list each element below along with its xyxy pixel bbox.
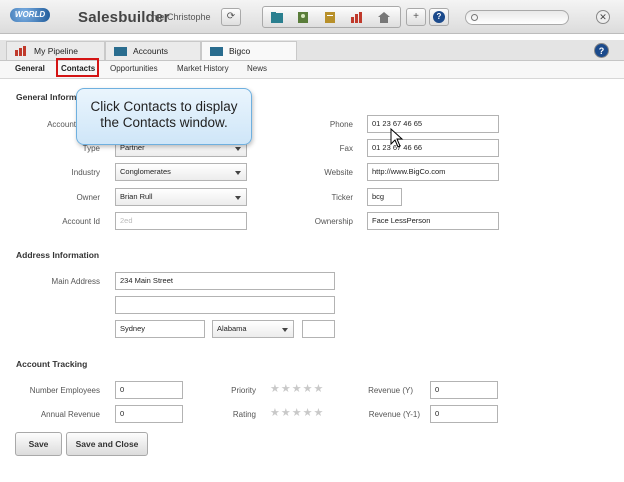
callout-line-2: the Contacts window.: [100, 115, 228, 130]
industry-label: Industry: [71, 168, 100, 177]
contacts-highlight-box: [56, 58, 99, 77]
revenue-y-field[interactable]: 0: [430, 381, 498, 399]
employees-label: Number Employees: [29, 386, 100, 395]
refresh-button[interactable]: ⟳: [221, 8, 241, 26]
user-name: me Christophe: [152, 12, 211, 22]
revenue-y1-field[interactable]: 0: [430, 405, 498, 423]
type-label: Type: [82, 144, 100, 153]
website-field[interactable]: http://www.BigCo.com: [367, 163, 499, 181]
address-line2-field[interactable]: [115, 296, 335, 314]
tab-accounts[interactable]: Accounts: [105, 41, 201, 60]
close-icon: ✕: [599, 12, 607, 22]
toolbar-icon-group: [262, 6, 401, 28]
save-and-close-button[interactable]: Save and Close: [66, 432, 148, 456]
callout-line-1: Click Contacts to display: [90, 99, 238, 114]
top-toolbar: WORLD Salesbuilder me Christophe ⟳ + ? ✕: [0, 0, 624, 34]
search-icon: [471, 14, 478, 21]
account-label: Account: [47, 120, 76, 129]
account-id-label: Account Id: [62, 217, 100, 226]
phone-field[interactable]: 01 23 67 46 65: [367, 115, 499, 133]
phone-label: Phone: [329, 120, 353, 129]
ownership-field[interactable]: Face LessPerson: [367, 212, 499, 230]
tab-label: My Pipeline: [34, 46, 78, 56]
main-address-label: Main Address: [51, 277, 100, 286]
tab-label: Accounts: [133, 46, 168, 56]
section-title-address: Address Information: [16, 250, 100, 260]
help-icon[interactable]: ?: [594, 43, 609, 58]
close-button[interactable]: ✕: [596, 10, 610, 24]
documents-icon[interactable]: [323, 11, 337, 24]
pipeline-icon[interactable]: [350, 11, 364, 24]
app-logo: WORLD: [10, 8, 50, 22]
fax-label: Fax: [339, 144, 353, 153]
fax-field[interactable]: 01 23 67 46 66: [367, 139, 499, 157]
section-title-tracking: Account Tracking: [16, 359, 88, 369]
address-line1-field[interactable]: 234 Main Street: [115, 272, 335, 290]
ticker-label: Ticker: [331, 193, 353, 202]
zip-field[interactable]: [302, 320, 335, 338]
revenue-y-label: Revenue (Y): [368, 386, 413, 395]
city-field[interactable]: Sydney: [115, 320, 205, 338]
owner-value: Brian Rull: [120, 192, 153, 201]
mouse-cursor-icon: [390, 128, 404, 148]
priority-stars[interactable]: ★★★★★: [270, 382, 324, 395]
owner-label: Owner: [76, 193, 100, 202]
tab-opportunities[interactable]: Opportunities: [110, 64, 158, 73]
plus-icon: +: [413, 11, 419, 22]
accounts-icon[interactable]: [270, 11, 284, 24]
tab-general[interactable]: General: [15, 64, 45, 73]
website-label: Website: [324, 168, 353, 177]
tab-label: Bigco: [229, 46, 251, 56]
employees-field[interactable]: 0: [115, 381, 183, 399]
account-id-field[interactable]: 2ed: [115, 212, 247, 230]
priority-label: Priority: [231, 386, 256, 395]
tab-news[interactable]: News: [247, 64, 267, 73]
revenue-y1-label: Revenue (Y-1): [368, 410, 420, 419]
annual-revenue-field[interactable]: 0: [115, 405, 183, 423]
add-button[interactable]: +: [406, 8, 426, 26]
home-icon[interactable]: [377, 11, 391, 24]
refresh-icon: ⟳: [226, 11, 236, 22]
ownership-label: Ownership: [314, 217, 353, 226]
folder-icon: [114, 47, 127, 56]
help-button[interactable]: ?: [429, 8, 449, 26]
annual-revenue-label: Annual Revenue: [40, 410, 100, 419]
logo-globe: WORLD: [10, 8, 50, 22]
instruction-callout: Click Contacts to display the Contacts w…: [76, 88, 252, 145]
industry-value: Conglomerates: [120, 167, 171, 176]
tab-bigco[interactable]: Bigco: [201, 41, 297, 60]
tab-market-history[interactable]: Market History: [177, 64, 229, 73]
state-select[interactable]: Alabama: [212, 320, 294, 338]
state-value: Alabama: [217, 324, 247, 333]
rating-label: Rating: [232, 410, 256, 419]
save-button[interactable]: Save: [15, 432, 62, 456]
contacts-icon[interactable]: [296, 11, 310, 24]
owner-select[interactable]: Brian Rull: [115, 188, 247, 206]
help-icon: ?: [433, 11, 445, 23]
rating-stars[interactable]: ★★★★★: [270, 406, 324, 419]
ticker-field[interactable]: bcg: [367, 188, 402, 206]
industry-select[interactable]: Conglomerates: [115, 163, 247, 181]
pipeline-icon: [15, 46, 26, 56]
search-input[interactable]: [465, 10, 569, 25]
folder-icon: [210, 47, 223, 56]
